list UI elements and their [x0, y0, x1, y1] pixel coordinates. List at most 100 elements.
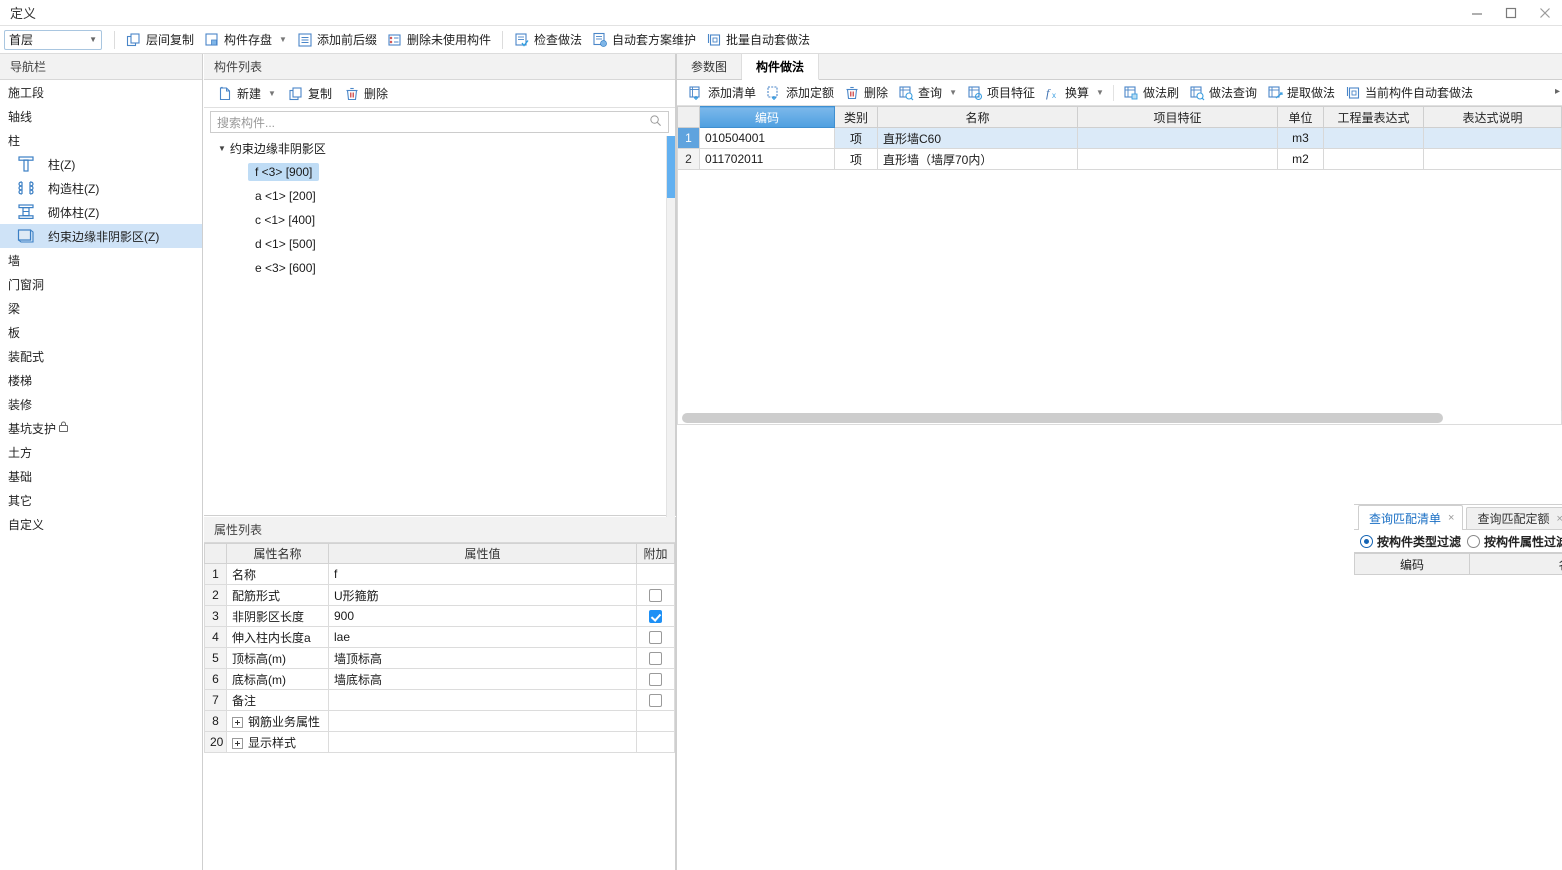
property-name-cell[interactable]: 伸入柱内长度a	[226, 626, 329, 648]
add-bill-button[interactable]: 添加清单	[683, 82, 761, 104]
method-cell-category[interactable]: 项	[834, 127, 878, 149]
filter-radio-option-0[interactable]: 按构件类型过滤	[1360, 533, 1461, 550]
property-column-header[interactable]: 附加	[636, 543, 675, 564]
property-attach-cell[interactable]	[636, 668, 675, 690]
method-cell-unit[interactable]: m2	[1277, 148, 1324, 170]
radio-icon[interactable]	[1467, 534, 1481, 548]
sidebar-item-9[interactable]: 梁	[0, 296, 202, 320]
property-value-cell[interactable]: 墙顶标高	[328, 647, 637, 669]
property-attach-cell[interactable]	[636, 584, 675, 606]
query-tab-0[interactable]: 查询匹配清单 ×	[1358, 505, 1464, 530]
method-cell-expr[interactable]	[1323, 148, 1424, 170]
component-tree-scrollbar[interactable]	[666, 136, 675, 518]
property-row[interactable]: 4 伸入柱内长度a lae	[204, 626, 675, 648]
table-row[interactable]: 1 010504001 项直形墙C60 m3	[677, 127, 1562, 149]
close-icon[interactable]	[1528, 0, 1562, 26]
query-column-header[interactable]: 编码	[1354, 553, 1470, 575]
property-row[interactable]: 6 底标高(m) 墙底标高	[204, 668, 675, 690]
table-row[interactable]: 2 011702011 项直形墙（墙厚70内） m2	[677, 148, 1562, 170]
tree-item[interactable]: d <1> [500]	[204, 232, 675, 256]
method-column-header[interactable]: 项目特征	[1077, 106, 1278, 128]
property-name-cell[interactable]: 底标高(m)	[226, 668, 329, 690]
sidebar-item-13[interactable]: 装修	[0, 392, 202, 416]
sidebar-item-0[interactable]: 施工段	[0, 80, 202, 104]
sidebar-item-4[interactable]: 构造柱(Z)	[0, 176, 202, 200]
property-row[interactable]: 3 非阴影区长度 900	[204, 605, 675, 627]
property-name-cell[interactable]: 钢筋业务属性	[226, 710, 329, 732]
method-cell-code[interactable]: 011702011	[699, 148, 835, 170]
attach-checkbox[interactable]	[649, 673, 662, 687]
method-column-header[interactable]: 编码	[699, 106, 835, 128]
scrollbar-thumb[interactable]	[682, 413, 1443, 423]
add-prefix-suffix-button[interactable]: 添加前后缀	[292, 29, 382, 51]
method-query-button[interactable]: 做法查询	[1184, 82, 1262, 104]
property-value-cell[interactable]: lae	[328, 626, 637, 648]
close-icon[interactable]: ×	[1448, 512, 1454, 524]
trash-button[interactable]: 删除	[839, 82, 893, 104]
attach-checkbox[interactable]	[649, 631, 662, 645]
sidebar-item-18[interactable]: 自定义	[0, 512, 202, 536]
sidebar-item-5[interactable]: 砌体柱(Z)	[0, 200, 202, 224]
property-column-header[interactable]	[204, 543, 227, 564]
search-input[interactable]: 搜索构件...	[210, 111, 669, 133]
tree-item[interactable]: c <1> [400]	[204, 208, 675, 232]
scrollbar-thumb[interactable]	[667, 136, 675, 198]
toolbar-overflow-icon[interactable]: ▸	[1555, 86, 1560, 97]
attach-checkbox[interactable]	[649, 610, 662, 624]
radio-icon[interactable]	[1360, 534, 1373, 548]
property-value-cell[interactable]: U形箍筋	[328, 584, 637, 606]
property-column-header[interactable]: 属性名称	[226, 543, 329, 564]
attach-checkbox[interactable]	[649, 589, 662, 603]
filter-radio-option-1[interactable]: 按构件属性过滤	[1467, 533, 1562, 550]
check-method-button[interactable]: 检查做法	[509, 29, 587, 51]
sidebar-item-12[interactable]: 楼梯	[0, 368, 202, 392]
floor-select[interactable]: 首层 ▼	[4, 29, 102, 50]
method-cell-code[interactable]: 010504001	[699, 127, 835, 149]
convert-fx-button[interactable]: f x 换算 ▼	[1040, 82, 1109, 104]
maximize-icon[interactable]	[1494, 0, 1528, 26]
property-attach-cell[interactable]	[636, 626, 675, 648]
tab-0[interactable]: 参数图	[677, 53, 743, 79]
method-cell-category[interactable]: 项	[834, 148, 878, 170]
method-cell-feature[interactable]	[1077, 127, 1278, 149]
chevron-down-icon[interactable]: ▼	[268, 89, 276, 98]
property-attach-cell[interactable]	[636, 731, 675, 753]
sidebar-item-10[interactable]: 板	[0, 320, 202, 344]
method-cell-feature[interactable]	[1077, 148, 1278, 170]
property-name-cell[interactable]: 配筋形式	[226, 584, 329, 606]
property-attach-cell[interactable]	[636, 689, 675, 711]
tab-1[interactable]: 构件做法	[742, 54, 820, 80]
property-attach-cell[interactable]	[636, 647, 675, 669]
method-table-hscrollbar[interactable]	[677, 411, 1562, 425]
method-column-header[interactable]: 单位	[1277, 106, 1324, 128]
extract-method-button[interactable]: 提取做法	[1262, 82, 1340, 104]
property-name-cell[interactable]: 显示样式	[226, 731, 329, 753]
delete-component-button[interactable]: 删除	[339, 83, 393, 105]
minimize-icon[interactable]	[1460, 0, 1494, 26]
chevron-down-icon[interactable]: ▼	[949, 88, 957, 97]
property-row[interactable]: 1 名称 f	[204, 563, 675, 585]
expand-icon[interactable]	[232, 716, 243, 728]
property-value-cell[interactable]	[328, 731, 637, 753]
sidebar-item-17[interactable]: 其它	[0, 488, 202, 512]
auto-apply-method-button[interactable]: 当前构件自动套做法	[1340, 82, 1478, 104]
property-name-cell[interactable]: 非阴影区长度	[226, 605, 329, 627]
sidebar-item-16[interactable]: 基础	[0, 464, 202, 488]
property-name-cell[interactable]: 顶标高(m)	[226, 647, 329, 669]
chevron-down-icon[interactable]: ▼	[1096, 88, 1104, 97]
batch-auto-method-button[interactable]: 批量自动套做法	[701, 29, 815, 51]
attach-checkbox[interactable]	[649, 652, 662, 666]
property-attach-cell[interactable]	[636, 563, 675, 585]
auto-scheme-maintain-button[interactable]: 自动套方案维护	[587, 29, 701, 51]
tree-root-node[interactable]: ▼ 约束边缘非阴影区	[204, 136, 675, 160]
property-row[interactable]: 2 配筋形式 U形箍筋	[204, 584, 675, 606]
chevron-down-icon[interactable]: ▼	[218, 144, 226, 153]
project-feature-button[interactable]: 项目特征	[962, 82, 1040, 104]
sidebar-item-1[interactable]: 轴线	[0, 104, 202, 128]
property-row[interactable]: 7 备注	[204, 689, 675, 711]
sidebar-item-3[interactable]: 柱(Z)	[0, 152, 202, 176]
expand-icon[interactable]	[232, 737, 243, 749]
method-cell-expr_desc[interactable]	[1423, 148, 1562, 170]
method-cell-expr_desc[interactable]	[1423, 127, 1562, 149]
sidebar-item-14[interactable]: 基坑支护	[0, 416, 202, 440]
